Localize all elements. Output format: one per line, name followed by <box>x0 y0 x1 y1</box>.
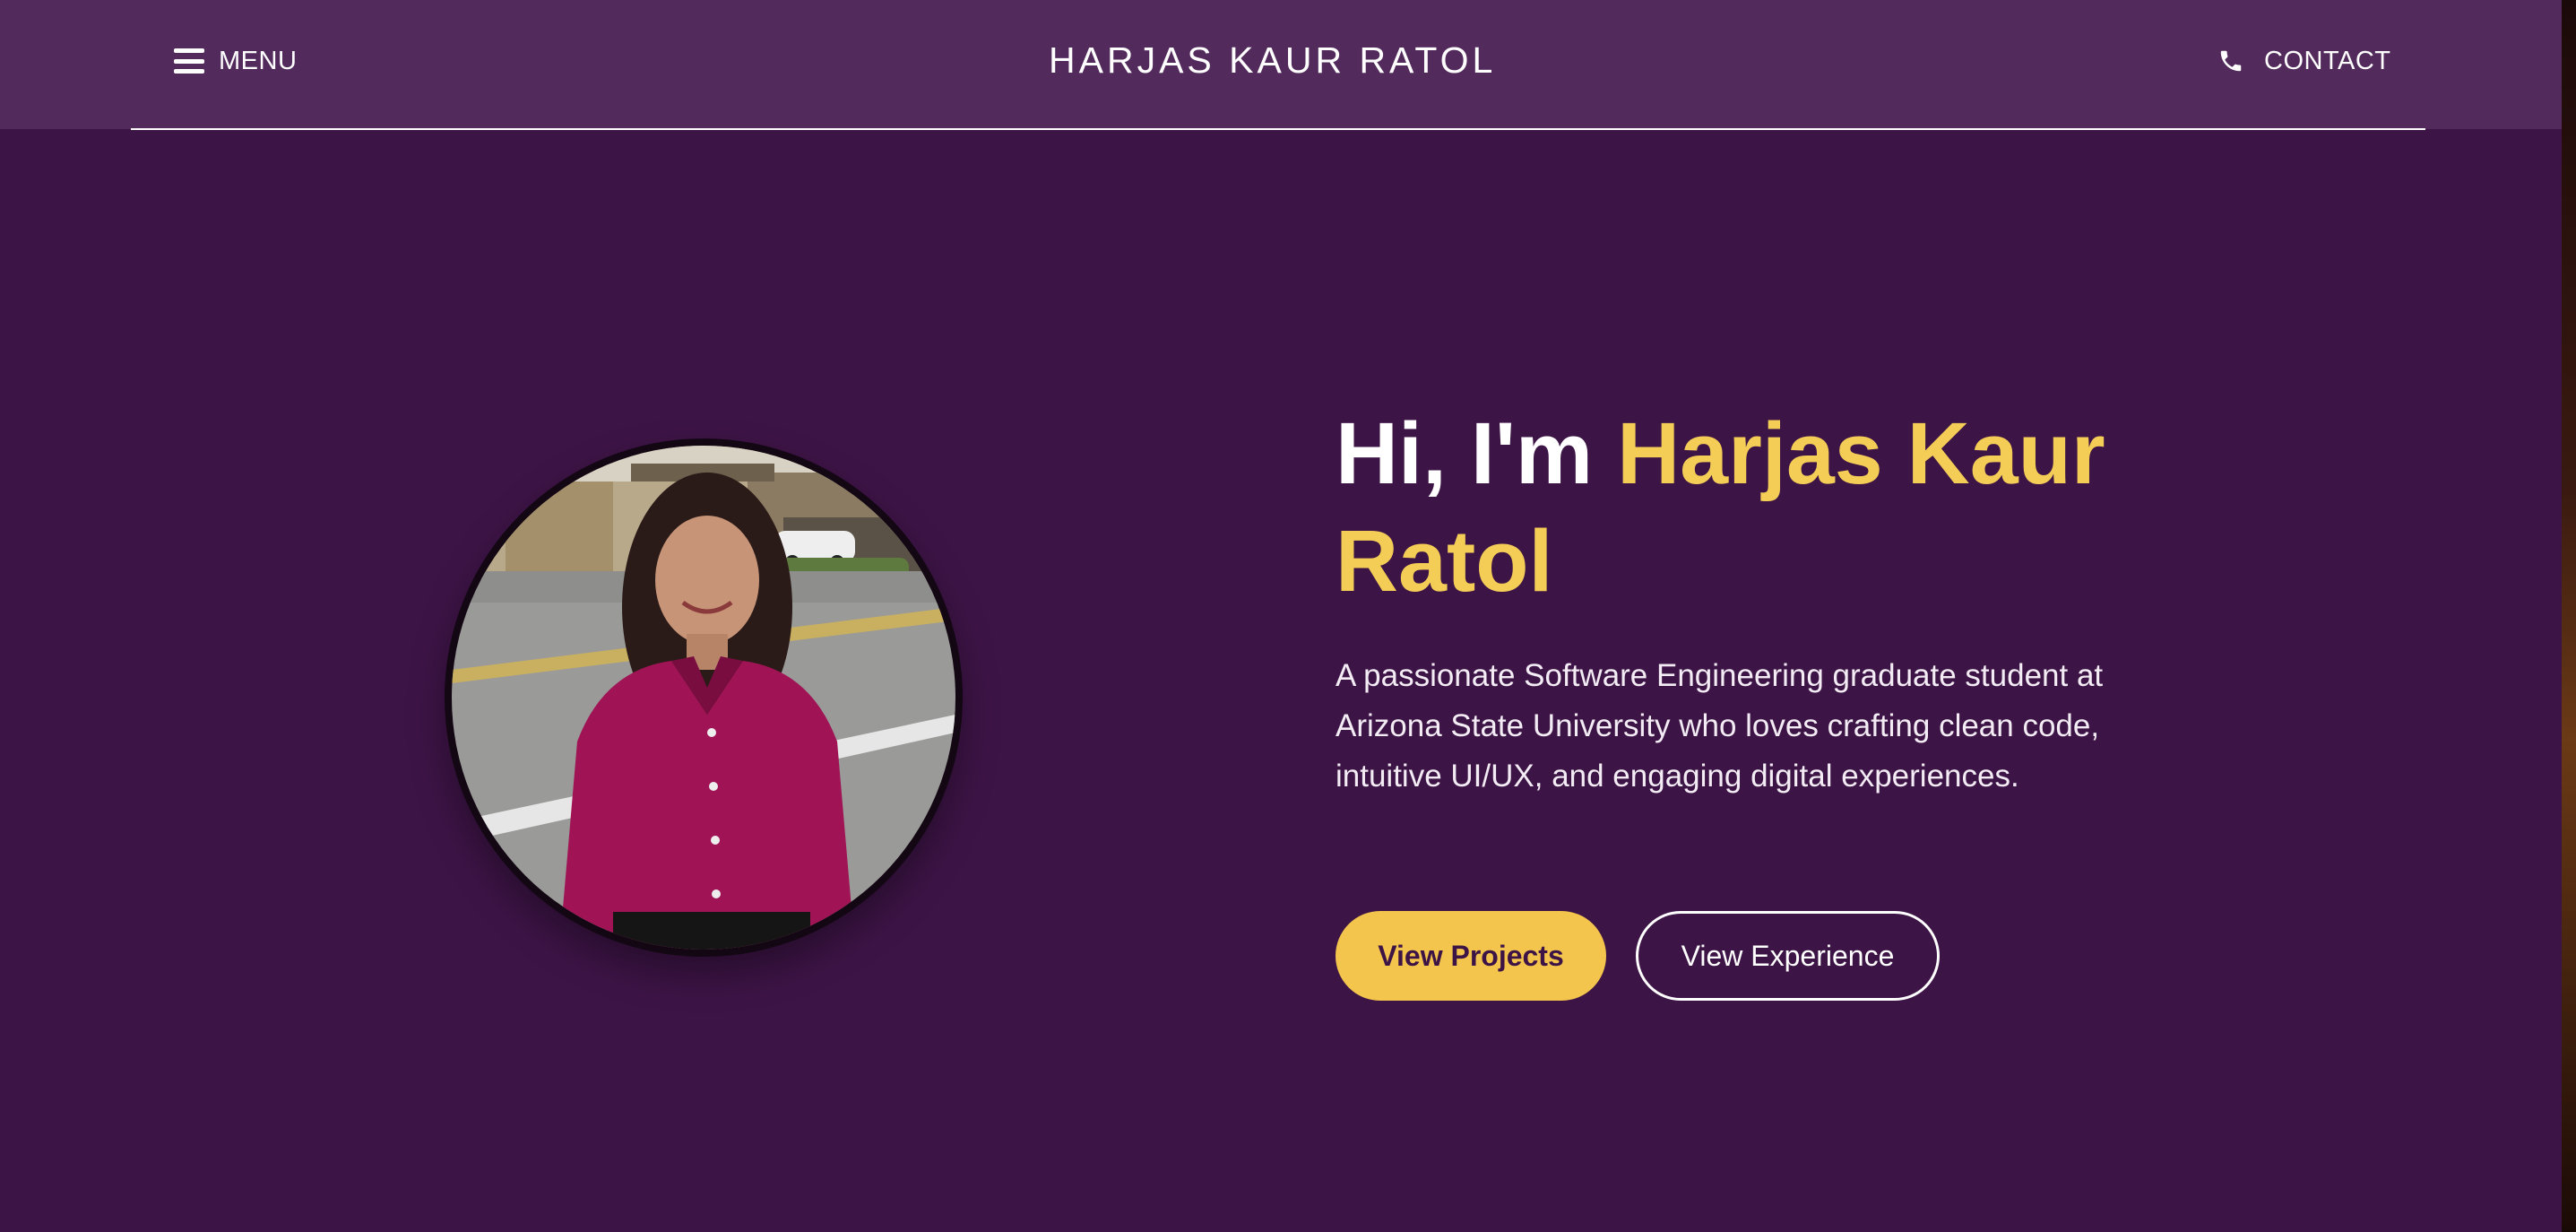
page: MENU HARJAS KAUR RATOL CONTACT Hi, I'm H… <box>0 0 2576 1232</box>
hero-description: A passionate Software Engineering gradua… <box>1336 658 2104 794</box>
site-brand-name[interactable]: HARJAS KAUR RATOL <box>1049 39 1492 82</box>
profile-photo <box>445 438 963 957</box>
header-divider <box>131 128 2425 130</box>
top-navigation-bar: MENU HARJAS KAUR RATOL CONTACT <box>0 0 2562 129</box>
hero-heading: Hi, I'm Harjas Kaur Ratol <box>1336 400 2142 615</box>
phone-icon <box>2220 50 2242 72</box>
view-experience-button[interactable]: View Experience <box>1636 911 1940 1001</box>
profile-photo-illustration <box>452 446 955 950</box>
menu-button[interactable]: MENU <box>174 41 297 81</box>
adjacent-window-edge <box>2562 0 2576 1232</box>
view-projects-button[interactable]: View Projects <box>1336 911 1606 1001</box>
hamburger-menu-icon <box>174 48 204 74</box>
contact-label: CONTACT <box>2264 46 2391 75</box>
menu-label: MENU <box>219 46 298 75</box>
hero-greeting: Hi, I'm <box>1336 404 1594 502</box>
contact-button[interactable]: CONTACT <box>2217 41 2391 81</box>
